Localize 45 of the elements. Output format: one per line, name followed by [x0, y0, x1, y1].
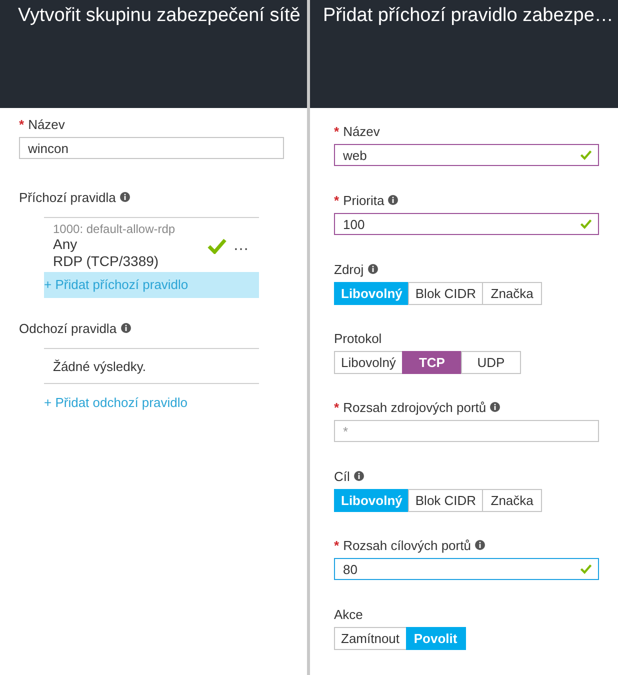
- checkmark-icon: [580, 150, 592, 160]
- checkmark-icon: [580, 219, 592, 229]
- option-button[interactable]: Libovolný: [334, 351, 403, 374]
- field-label: Akce: [334, 606, 363, 622]
- info-icon[interactable]: [490, 402, 500, 412]
- required-asterisk: *: [334, 400, 340, 414]
- rule-name: 1000: default-allow-rdp: [53, 222, 176, 236]
- info-icon[interactable]: [354, 471, 364, 481]
- field-label: Zdroj: [334, 262, 364, 276]
- required-asterisk: *: [334, 192, 340, 208]
- text-field[interactable]: 80: [334, 558, 599, 580]
- option-button[interactable]: TCP: [402, 351, 462, 374]
- field-label: Cíl: [334, 468, 350, 484]
- checkmark-icon: [207, 238, 227, 254]
- rule-service: RDP (TCP/3389): [53, 253, 160, 270]
- empty-message: Žádné výsledky.: [44, 349, 259, 384]
- required-asterisk: *: [19, 116, 24, 132]
- option-button[interactable]: Zamítnout: [334, 627, 407, 650]
- field-label: Název: [343, 124, 380, 138]
- option-button[interactable]: UDP: [460, 351, 521, 374]
- more-button[interactable]: …: [233, 237, 249, 255]
- required-asterisk: *: [334, 124, 340, 138]
- panel-title: Vytvořit skupinu zabezpečení sítě: [18, 5, 297, 27]
- section-label: Odchozí pravidla: [19, 320, 117, 336]
- text-field[interactable]: wincon: [19, 137, 284, 159]
- field-label: Název: [28, 116, 65, 132]
- option-button[interactable]: Značka: [482, 282, 542, 305]
- text-field[interactable]: web: [334, 144, 599, 166]
- section-label: Příchozí pravidla: [19, 190, 116, 204]
- info-icon[interactable]: [120, 192, 130, 202]
- checkmark-icon: [580, 564, 592, 574]
- rule-source: Any: [53, 236, 78, 253]
- info-icon[interactable]: [368, 264, 378, 274]
- option-button[interactable]: Značka: [482, 489, 542, 512]
- info-icon[interactable]: [388, 195, 398, 205]
- info-icon[interactable]: [474, 540, 485, 550]
- field-label: Rozsah cílových portů: [343, 538, 471, 552]
- field-label: Rozsah zdrojových portů: [343, 400, 486, 414]
- text-field[interactable]: 100: [334, 213, 599, 235]
- info-icon[interactable]: [120, 323, 131, 333]
- field-label: Protokol: [334, 330, 382, 346]
- option-button[interactable]: Blok CIDR: [408, 282, 484, 305]
- field-label: Priorita: [343, 192, 384, 208]
- required-asterisk: *: [334, 538, 340, 552]
- option-button[interactable]: Blok CIDR: [408, 489, 484, 512]
